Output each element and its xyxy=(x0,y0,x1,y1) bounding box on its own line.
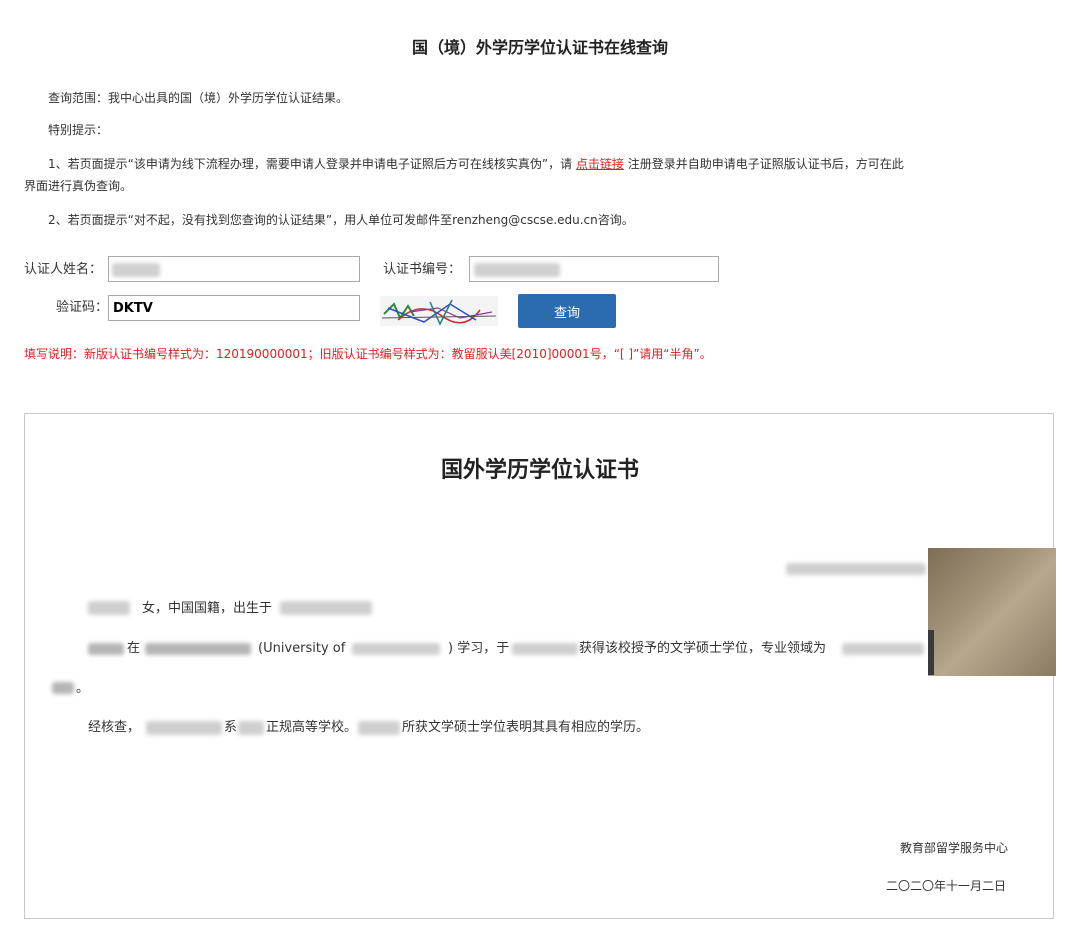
redacted-cert-number-top xyxy=(786,563,926,575)
tip-1-text-part2: 注册登录并自助申请电子证照版认证书后，方可在此 xyxy=(627,157,904,171)
redacted-university-name xyxy=(145,643,251,655)
captcha-squiggle-icon xyxy=(381,299,497,326)
applicant-photo xyxy=(928,548,1056,676)
redacted-country xyxy=(238,721,264,735)
page-title: 国（境）外学历学位认证书在线查询 xyxy=(411,38,668,57)
query-button[interactable]: 查询 xyxy=(518,294,616,328)
redacted-school-name xyxy=(146,721,222,735)
tip-1-text-part3: 界面进行真伪查询。 xyxy=(24,179,133,193)
redacted-university-english xyxy=(352,643,440,655)
cert-line-2-in: 在 xyxy=(127,641,141,656)
cert-line-4-start: 经核查， xyxy=(88,720,141,735)
redacted-applicant-name-3 xyxy=(358,721,400,735)
captcha-input[interactable] xyxy=(108,295,360,321)
cert-line-4-school: 正规高等学校。 xyxy=(266,720,358,735)
cert-line-3: 。 xyxy=(76,681,90,696)
cert-line-2-univ: (University of xyxy=(258,641,346,656)
cert-line-1: 女，中国国籍，出生于 xyxy=(142,601,273,616)
tip-2-text: 2、若页面提示“对不起，没有找到您查询的认证结果”，用人单位可发邮件至renzh… xyxy=(48,213,634,227)
captcha-image[interactable] xyxy=(380,296,498,326)
issue-date: 二〇二〇年十一月二日 xyxy=(886,879,1007,893)
redacted-major xyxy=(842,643,924,655)
redacted-applicant-name xyxy=(88,601,130,615)
cert-line-2-degree: 获得该校授予的文学硕士学位，专业领域为 xyxy=(579,641,827,656)
redacted-name xyxy=(112,263,160,277)
redacted-applicant-name-2 xyxy=(88,643,124,655)
captcha-label: 验证码： xyxy=(56,300,109,315)
certificate-title: 国外学历学位认证书 xyxy=(440,458,639,483)
cert-line-4-xi: 系 xyxy=(224,720,238,735)
issuer-name: 教育部留学服务中心 xyxy=(900,841,1009,855)
fill-instructions: 填写说明：新版认证书编号样式为：120190000001；旧版认证书编号样式为：… xyxy=(24,347,712,361)
name-label: 认证人姓名： xyxy=(24,262,103,277)
cert-line-4-end: 所获文学硕士学位表明其具有相应的学历。 xyxy=(402,720,650,735)
photo-shadow xyxy=(928,630,934,675)
query-scope-text: 查询范围：我中心出具的国（境）外学历学位认证结果。 xyxy=(48,91,349,105)
redacted-major-end xyxy=(52,682,74,694)
cert-line-2-study: ) 学习，于 xyxy=(448,641,510,656)
click-link[interactable]: 点击链接 xyxy=(576,157,624,171)
redacted-degree-date xyxy=(512,643,578,655)
tip-1-line: 1、若页面提示“该申请为线下流程办理，需要申请人登录并申请电子证照后方可在线核实… xyxy=(48,154,904,174)
redacted-cert-number xyxy=(474,263,560,277)
redacted-birth-date xyxy=(280,601,372,615)
cert-number-label: 认证书编号： xyxy=(383,262,462,277)
special-tip-heading: 特别提示： xyxy=(48,123,109,137)
tip-1-text-part1: 1、若页面提示“该申请为线下流程办理，需要申请人登录并申请电子证照后方可在线核实… xyxy=(48,157,573,171)
